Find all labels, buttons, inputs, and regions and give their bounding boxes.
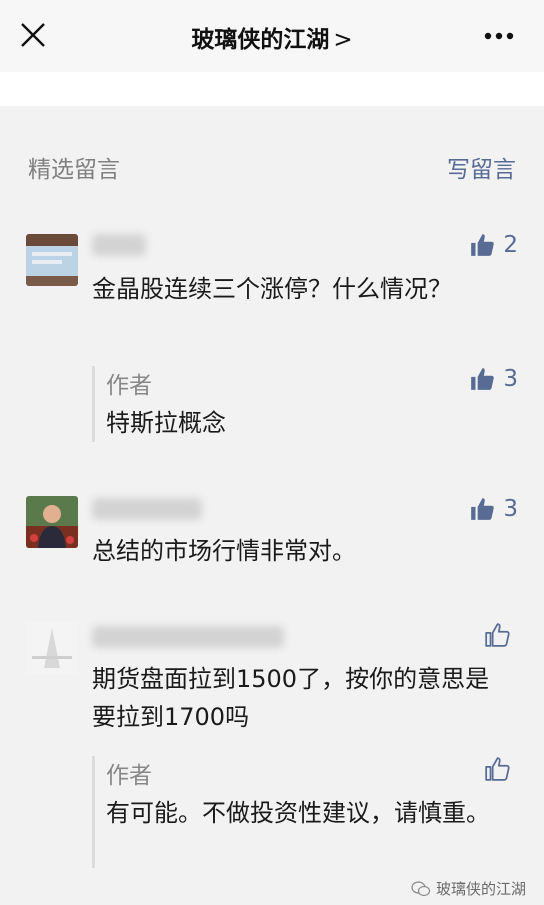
commenter-name-blurred bbox=[92, 626, 284, 648]
watermark: 玻璃侠的江湖 bbox=[411, 878, 526, 899]
write-comment-link[interactable]: 写留言 bbox=[447, 150, 516, 184]
reply-divider bbox=[92, 366, 95, 442]
thumbs-up-outline-icon bbox=[485, 757, 510, 781]
thumbs-up-filled-icon bbox=[471, 234, 495, 256]
wechat-icon bbox=[411, 880, 431, 896]
like-button[interactable]: 3 bbox=[469, 494, 518, 524]
thumbs-up-filled-icon bbox=[471, 498, 495, 520]
chevron-right-icon: > bbox=[333, 27, 353, 53]
thumbs-up-filled-icon bbox=[471, 368, 495, 390]
like-button[interactable] bbox=[484, 754, 518, 784]
commenter-name-blurred bbox=[92, 234, 146, 256]
reply-text: 有可能。不做投资性建议，请慎重。 bbox=[106, 799, 490, 827]
like-button[interactable]: 3 bbox=[469, 364, 518, 394]
author-label: 作者 bbox=[106, 763, 152, 789]
like-count: 3 bbox=[503, 366, 518, 392]
commenter-name-blurred bbox=[92, 498, 202, 520]
reply-divider bbox=[92, 756, 95, 868]
avatar[interactable] bbox=[26, 234, 78, 286]
like-count: 2 bbox=[503, 232, 518, 258]
reply-text: 特斯拉概念 bbox=[106, 409, 226, 437]
more-icon[interactable] bbox=[484, 32, 514, 40]
thumbs-up-outline-icon bbox=[485, 623, 510, 647]
top-bar: 玻璃侠的江湖 > bbox=[0, 0, 544, 72]
avatar[interactable] bbox=[26, 496, 78, 548]
author-label: 作者 bbox=[106, 373, 152, 399]
watermark-text: 玻璃侠的江湖 bbox=[435, 880, 526, 898]
page-title-text: 玻璃侠的江湖 bbox=[191, 27, 330, 53]
comment-text: 总结的市场行情非常对。 bbox=[92, 537, 356, 565]
like-count: 3 bbox=[503, 496, 518, 522]
page-title[interactable]: 玻璃侠的江湖 > bbox=[0, 20, 544, 54]
article-bottom bbox=[0, 72, 544, 106]
like-button[interactable] bbox=[484, 620, 518, 650]
section-title: 精选留言 bbox=[28, 157, 120, 183]
comment-text: 金晶股连续三个涨停？什么情况？ bbox=[92, 275, 452, 303]
comment-text: 期货盘面拉到1500了，按你的意思是要拉到1700吗 bbox=[92, 665, 490, 731]
like-button[interactable]: 2 bbox=[469, 230, 518, 260]
avatar[interactable] bbox=[26, 622, 78, 674]
